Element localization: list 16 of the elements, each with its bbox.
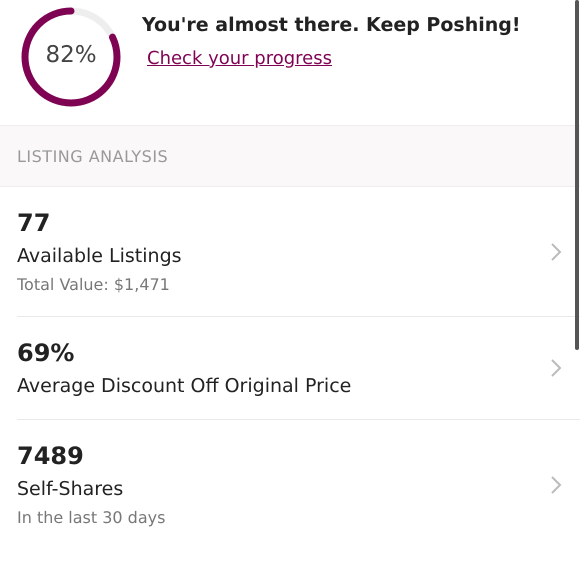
stat-value: 7489 — [17, 442, 85, 470]
stat-label: Self-Shares — [17, 478, 124, 500]
check-progress-link[interactable]: Check your progress — [147, 48, 332, 69]
chevron-right-icon — [550, 242, 562, 262]
chevron-right-icon — [550, 358, 562, 378]
stat-label: Average Discount Off Original Price — [17, 375, 352, 397]
stat-value: 69% — [17, 339, 76, 367]
progress-message: You're almost there. Keep Poshing! — [142, 14, 521, 36]
stat-label: Available Listings — [17, 245, 183, 267]
stat-note: In the last 30 days — [17, 508, 166, 527]
progress-percent: 82% — [44, 42, 98, 68]
stat-value: 77 — [17, 209, 52, 237]
stat-note: Total Value: $1,471 — [17, 275, 171, 294]
section-title: LISTING ANALYSIS — [17, 146, 168, 166]
chevron-right-icon — [550, 474, 562, 494]
stat-row[interactable]: 7489 Self-Shares In the last 30 days — [17, 420, 580, 549]
